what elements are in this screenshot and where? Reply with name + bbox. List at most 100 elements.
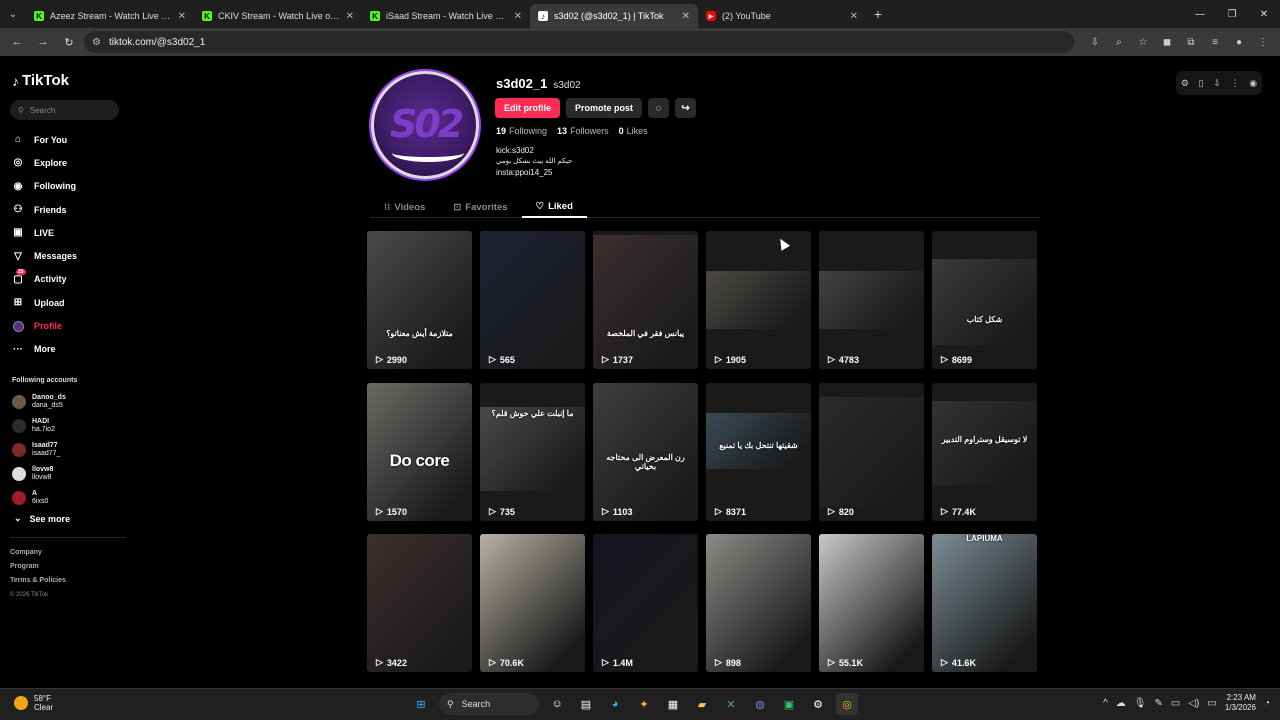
video-item[interactable]: LAPIUMA ▷ 41.6K — [932, 534, 1037, 672]
browser-tab[interactable]: K Azeez Stream - Watch Live on Kick ✕ — [26, 4, 194, 28]
puzzle-icon[interactable]: ⧉ — [1180, 31, 1202, 53]
profile-mini-icon[interactable]: ◉ — [1249, 78, 1257, 89]
sidebar-item-following[interactable]: ◉ Following — [12, 175, 130, 198]
maximize-icon[interactable]: ❐ — [1216, 9, 1248, 20]
video-item[interactable]: رن المعرض الى محتاجه بحياتي ▷ 1103 — [593, 383, 698, 521]
minimize-icon[interactable]: — — [1184, 9, 1216, 20]
steam-icon[interactable]: ⚙ — [807, 693, 829, 715]
file-explorer-icon[interactable]: ▰ — [691, 693, 713, 715]
profile-avatar-icon[interactable]: ● — [1228, 31, 1250, 53]
settings-icon[interactable]: ⚙ — [1181, 78, 1189, 89]
tab-favorites[interactable]: ⊡ Favorites — [439, 196, 521, 218]
edge-icon[interactable]: ◕ — [604, 693, 626, 715]
zoom-icon[interactable]: ⌕ — [1108, 31, 1130, 53]
sidebar-item-live[interactable]: ▣ LIVE — [12, 221, 130, 244]
sidebar-item-more[interactable]: ··· More — [12, 338, 130, 361]
video-item[interactable]: ▷ 898 — [706, 534, 811, 672]
video-item[interactable]: ما إنبلت علي حوش قلم؟ ▷ 735 — [480, 383, 585, 521]
volume-icon[interactable]: ◁) — [1188, 698, 1199, 709]
chrome-icon[interactable]: ◎ — [836, 693, 858, 715]
url-text[interactable]: tiktok.com/@s3d02_1 — [109, 37, 205, 48]
windows-start-icon[interactable]: ⊞ — [410, 693, 432, 715]
task-view-icon[interactable]: ▤ — [575, 693, 597, 715]
following-account[interactable]: HADI ha.7io2 — [12, 414, 122, 438]
cloud-icon[interactable]: ☁ — [1116, 698, 1126, 709]
bookmark-star-icon[interactable]: ☆ — [1132, 31, 1154, 53]
site-info-icon[interactable]: ⚙ — [92, 37, 101, 48]
notification-icon[interactable]: ◔ — [1264, 698, 1270, 709]
address-bar[interactable]: ⚙ tiktok.com/@s3d02_1 — [84, 31, 1074, 53]
forward-arrow-icon[interactable]: → — [32, 31, 54, 53]
tiktok-logo[interactable]: ♪ TikTok — [12, 72, 69, 89]
close-tab-icon[interactable]: ✕ — [850, 11, 858, 22]
video-item[interactable]: ▷ 820 — [819, 383, 924, 521]
following-stat[interactable]: 19 Following — [496, 126, 547, 136]
close-tab-icon[interactable]: ✕ — [682, 11, 690, 22]
settings-gear-icon[interactable]: ◌ — [648, 98, 670, 118]
video-item[interactable]: ▷ 1905 — [706, 231, 811, 369]
taskbar-search[interactable]: ⚲ Search — [439, 693, 539, 715]
sidebar-item-profile[interactable]: Profile — [12, 314, 130, 337]
browser-tab[interactable]: K iSaad Stream - Watch Live on Kick ✕ — [362, 4, 530, 28]
footer-link-program[interactable]: Program — [10, 560, 66, 574]
sidebar-item-explore[interactable]: ◎ Explore — [12, 151, 130, 174]
video-item[interactable]: ▷ 3422 — [367, 534, 472, 672]
tab-search-icon[interactable]: ⌄ — [0, 0, 26, 28]
more-dots-icon[interactable]: ⋮ — [1231, 78, 1240, 89]
menu-dots-icon[interactable]: ⋮ — [1252, 31, 1274, 53]
following-account[interactable]: llovw8 llovw8 — [12, 462, 122, 486]
edit-profile-button[interactable]: Edit profile — [495, 98, 560, 118]
weather-widget[interactable]: 58°F Clear — [14, 694, 53, 712]
followers-stat[interactable]: 13 Followers — [557, 126, 609, 136]
browser-tab-active[interactable]: ♪ s3d02 (@s3d02_1) | TikTok ✕ — [530, 4, 698, 28]
tray-chevron-icon[interactable]: ^ — [1103, 698, 1108, 709]
network-icon[interactable]: ▭ — [1171, 698, 1180, 709]
video-item[interactable]: شقيتها تنتحل بك يا تمنيع ▷ 8371 — [706, 383, 811, 521]
video-item[interactable]: ▷ 55.1K — [819, 534, 924, 672]
search-input[interactable]: ⚲ Search — [10, 100, 119, 120]
footer-link-company[interactable]: Company — [10, 546, 66, 560]
sidebar-item-friends[interactable]: ⚇ Friends — [12, 198, 130, 221]
video-item[interactable]: ▷ 565 — [480, 231, 585, 369]
mic-icon[interactable]: 🎙︎ — [1134, 698, 1147, 709]
video-item[interactable]: ▷ 70.6K — [480, 534, 585, 672]
close-tab-icon[interactable]: ✕ — [514, 11, 522, 22]
browser-tab[interactable]: ▶ (2) YouTube ✕ — [698, 4, 866, 28]
reload-icon[interactable]: ↻ — [58, 31, 80, 53]
close-window-icon[interactable]: ✕ — [1248, 9, 1280, 20]
video-item[interactable]: Do core ▷ 1570 — [367, 383, 472, 521]
profile-avatar[interactable]: S02 — [371, 71, 479, 179]
back-arrow-icon[interactable]: ← — [6, 31, 28, 53]
following-account[interactable]: Isaad77 isaad77_ — [12, 438, 122, 462]
video-item[interactable]: شكل كتاب ▷ 8699 — [932, 231, 1037, 369]
video-item[interactable]: يبانس فقر في الملخصة ▷ 1737 — [593, 231, 698, 369]
browser-tab[interactable]: K CKIV Stream - Watch Live on Kick ✕ — [194, 4, 362, 28]
download-icon[interactable]: ⇩ — [1213, 78, 1221, 89]
sidebar-item-activity[interactable]: ▢ 25 Activity — [12, 268, 130, 291]
clock[interactable]: 2:23 AM 1/3/2026 — [1225, 693, 1256, 713]
video-item[interactable]: لا توسيقل وستراوم التدبير ▷ 77.4K — [932, 383, 1037, 521]
sidebar-item-messages[interactable]: ▽ Messages — [12, 244, 130, 267]
extension-icon[interactable]: ◼ — [1156, 31, 1178, 53]
close-tab-icon[interactable]: ✕ — [346, 11, 354, 22]
xbox-icon[interactable]: ✕ — [720, 693, 742, 715]
video-item[interactable]: متلازمة أيش معناتو؟ ▷ 2990 — [367, 231, 472, 369]
footer-link-terms[interactable]: Terms & Policies — [10, 574, 66, 588]
reading-list-icon[interactable]: ≡ — [1204, 31, 1226, 53]
following-account[interactable]: Danoo_ds dana_ds5 — [12, 390, 122, 414]
store-icon[interactable]: ▦ — [662, 693, 684, 715]
battery-icon[interactable]: ▭ — [1207, 698, 1216, 709]
see-more-button[interactable]: ⌄ See more — [14, 513, 70, 524]
discord-icon[interactable]: ◍ — [749, 693, 771, 715]
video-item[interactable]: ▷ 1.4M — [593, 534, 698, 672]
widgets-icon[interactable]: ☺ — [546, 693, 568, 715]
pen-icon[interactable]: ✎ — [1154, 698, 1162, 709]
promote-post-button[interactable]: Promote post — [566, 98, 643, 118]
install-app-icon[interactable]: ⇩ — [1084, 31, 1106, 53]
tab-liked[interactable]: ♡ Liked — [521, 196, 587, 218]
device-icon[interactable]: ▯ — [1199, 78, 1204, 89]
video-item[interactable]: ▷ 4783 — [819, 231, 924, 369]
sidebar-item-for-you[interactable]: ⌂ For You — [12, 128, 130, 151]
new-tab-button[interactable]: + — [866, 6, 890, 22]
app-icon[interactable]: ▣ — [778, 693, 800, 715]
